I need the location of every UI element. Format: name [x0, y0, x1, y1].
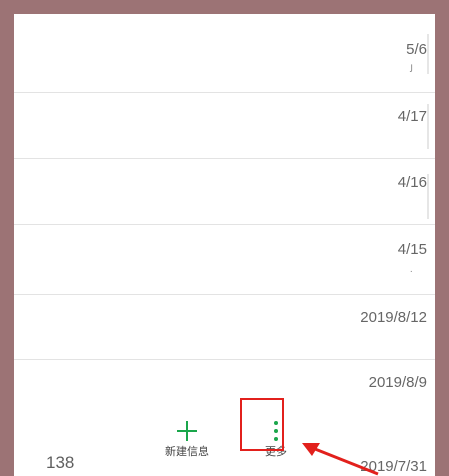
more-button-highlight [240, 398, 284, 451]
conversation-date: 4/16 [397, 174, 427, 191]
conversation-date: 4/17 [397, 108, 427, 125]
scroll-indicator [427, 34, 429, 74]
new-message-button[interactable]: 新建信息 [159, 419, 215, 459]
conversation-row[interactable]: 2019/8/9 [14, 359, 435, 414]
conversation-preview-mark: · [409, 266, 413, 277]
conversation-row[interactable]: 5/6 ﻟ [14, 14, 435, 93]
messages-screen: 5/6 ﻟ 4/17 4/16 4/15 · 2019/8/12 2019/8/… [14, 14, 435, 476]
conversation-date: 5/6 [406, 41, 427, 58]
conversation-date: 2019/8/12 [360, 309, 427, 326]
conversation-count: 138 [46, 453, 75, 472]
conversation-row[interactable]: 4/15 · [14, 224, 435, 295]
plus-icon [177, 421, 197, 441]
conversation-preview-mark: ﻟ [409, 64, 413, 75]
pointer-arrow-icon [302, 443, 379, 476]
scroll-indicator [427, 104, 429, 149]
scroll-indicator [427, 174, 429, 219]
conversation-row[interactable]: 4/16 [14, 158, 435, 225]
conversation-date: 4/15 [397, 241, 427, 258]
conversation-date: 2019/8/9 [368, 374, 427, 391]
conversation-row[interactable]: 2019/8/12 [14, 294, 435, 360]
conversation-row[interactable]: 4/17 [14, 92, 435, 159]
new-message-label: 新建信息 [165, 446, 209, 458]
